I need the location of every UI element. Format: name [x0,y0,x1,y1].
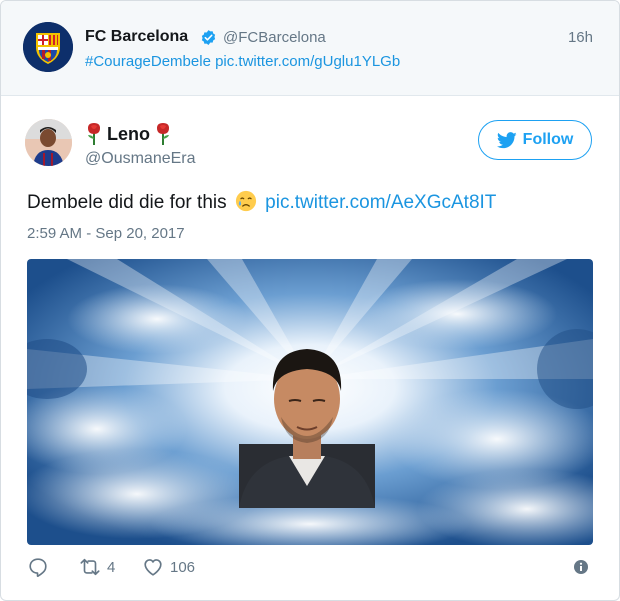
retweet-count: 4 [107,558,116,576]
follow-label: Follow [522,131,574,148]
heart-icon [144,559,162,576]
verified-badge-icon [201,30,216,45]
crying-face-emoji-icon [235,190,256,212]
like-button[interactable]: 106 [142,556,195,578]
parent-timestamp[interactable]: 16h [568,29,593,46]
tweet-media-image[interactable] [27,259,593,545]
author-handle[interactable]: @OusmaneEra [85,150,196,168]
tweet-embed-card: FC Barcelona @FCBarcelona 16h #CourageDe… [0,0,620,601]
retweet-icon [80,558,100,576]
tweet-media-link[interactable]: pic.twitter.com/AeXGcAt8IT [265,192,496,213]
tweet-body: Dembele did die for this [27,192,227,213]
author-name-text: Leno [107,123,150,144]
like-count: 106 [170,558,196,576]
parent-tweet-text: #CourageDembele pic.twitter.com/gUglu1YL… [85,53,400,70]
parent-tweet[interactable]: FC Barcelona @FCBarcelona 16h #CourageDe… [1,1,619,96]
info-icon[interactable] [573,559,589,575]
hashtag-link[interactable]: #CourageDembele [85,53,211,70]
reply-icon [29,558,47,578]
tweet-actions: 4 106 [27,556,593,582]
tweet-timestamp[interactable]: 2:59 AM - Sep 20, 2017 [27,225,185,242]
tweet-text: Dembele did die for this pic.twitter.com… [27,190,496,214]
rose-emoji-icon [88,123,100,145]
reply-button[interactable] [27,556,49,578]
rose-emoji-icon [157,123,169,145]
parent-display-name[interactable]: FC Barcelona [85,28,188,46]
author-display-name[interactable]: Leno [85,122,172,146]
parent-media-link[interactable]: pic.twitter.com/gUglu1YLGb [215,53,400,70]
author-avatar[interactable] [25,119,72,166]
fc-barcelona-avatar[interactable] [23,22,73,72]
follow-button[interactable]: Follow [478,120,592,160]
retweet-button[interactable]: 4 [79,556,115,578]
parent-handle[interactable]: @FCBarcelona [223,29,326,46]
twitter-bird-icon [496,131,517,148]
